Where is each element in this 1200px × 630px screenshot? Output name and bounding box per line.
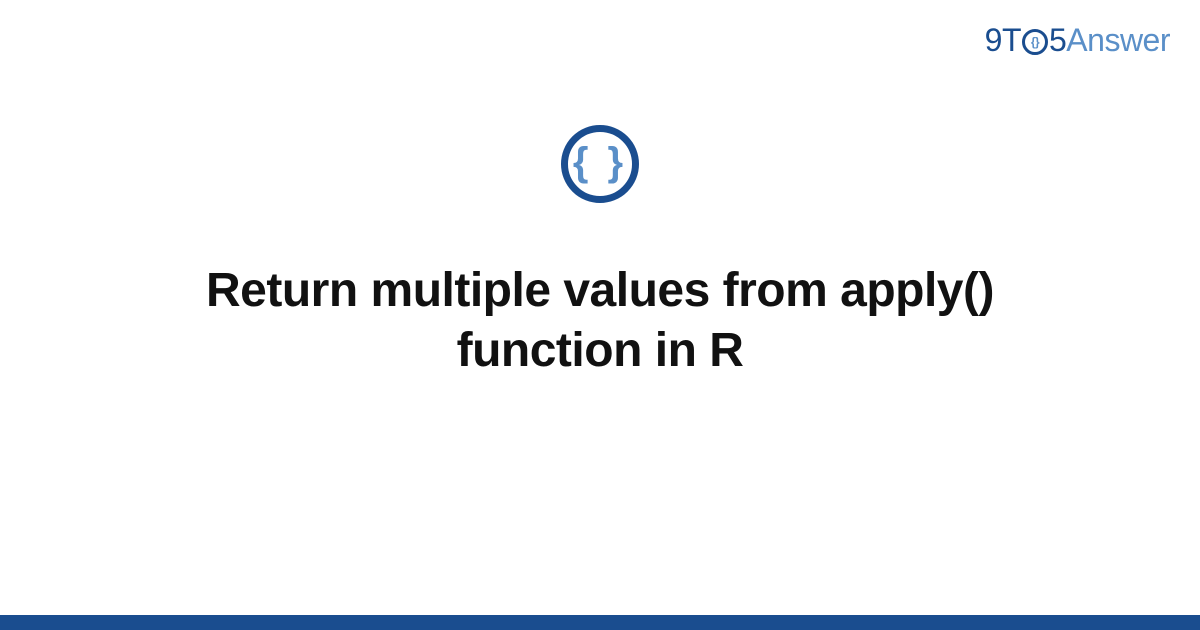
logo-circle-inner-braces: {} xyxy=(1031,36,1039,48)
site-logo: 9T {} 5 Answer xyxy=(985,22,1170,59)
page-title: Return multiple values from apply() func… xyxy=(150,261,1050,381)
footer-accent-bar xyxy=(0,615,1200,630)
category-icon-circle: { } xyxy=(561,125,639,203)
logo-circle-icon: {} xyxy=(1022,29,1048,55)
logo-text-5: 5 xyxy=(1049,22,1066,59)
braces-icon: { } xyxy=(573,142,627,182)
logo-text-9t: 9T xyxy=(985,22,1021,59)
main-content: { } Return multiple values from apply() … xyxy=(0,125,1200,381)
logo-text-answer: Answer xyxy=(1066,22,1170,59)
